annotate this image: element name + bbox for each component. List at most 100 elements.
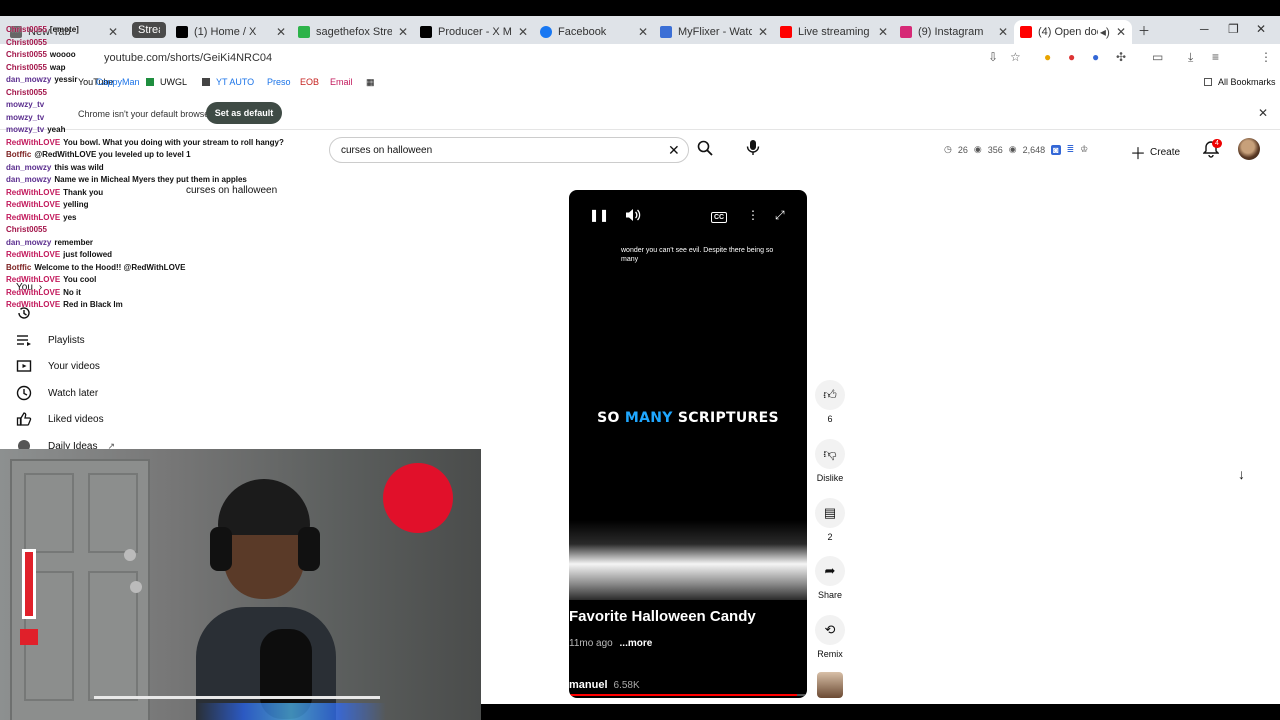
create-button[interactable]: ＋ Create	[1130, 140, 1180, 164]
bookmark-star-icon[interactable]: ☆	[1010, 50, 1021, 64]
chat-username: RedWithLOVE	[6, 137, 61, 147]
chat-username: Christ0055	[6, 225, 47, 234]
list-icon[interactable]: ≣	[1067, 144, 1075, 155]
maximize-icon[interactable]: ❐	[1228, 22, 1239, 36]
remix-button[interactable]: ⟲ Remix	[812, 615, 848, 659]
close-window-icon[interactable]: ✕	[1256, 22, 1266, 36]
tab-live-streaming[interactable]: Live streaming - You ✕	[774, 20, 894, 44]
chat-message: dan_mowzy this was wild	[6, 162, 326, 175]
chat-text: yes	[63, 212, 77, 222]
extension-icon[interactable]: ●	[1068, 50, 1075, 64]
alert-square	[20, 629, 38, 645]
comments-button[interactable]: ▤ 2	[812, 498, 848, 542]
stream-chat-overlay: Christ0055 [emote] Christ0055 Christ0055 woo…	[6, 24, 326, 312]
tab-facebook[interactable]: Facebook ✕	[534, 20, 654, 44]
chat-message: Christ0055 woooo	[6, 49, 326, 62]
clock-icon	[16, 385, 32, 401]
close-icon[interactable]: ✕	[1258, 106, 1268, 120]
tab-open-doors[interactable]: (4) Open doors ◂) ✕	[1014, 20, 1132, 44]
shorts-player[interactable]: ❚❚ CC ⋮ ⤢ wonder you can't see evil. Des…	[569, 190, 807, 698]
close-tab-icon[interactable]: ✕	[398, 25, 408, 39]
close-tab-icon[interactable]: ✕	[518, 25, 528, 39]
chat-message: RedWithLOVE yes	[6, 212, 326, 225]
chat-username: mowzy_tv	[6, 100, 45, 109]
search-icon[interactable]	[697, 140, 713, 160]
extension-icon[interactable]: ●	[1092, 50, 1099, 64]
chat-text: remember	[54, 237, 94, 247]
playlist-icon	[16, 332, 32, 348]
bottom-bar	[481, 704, 1280, 720]
facebook-icon	[540, 26, 552, 38]
chat-message: Christ0055	[6, 87, 326, 100]
trophy-icon[interactable]: ♔	[1080, 144, 1088, 155]
tab-myflixer[interactable]: MyFlixer - Watch m ✕	[654, 20, 774, 44]
menu-lines-icon[interactable]: ≡	[1212, 50, 1219, 64]
tab-instagram[interactable]: (9) Instagram ✕	[894, 20, 1014, 44]
sidebar-item-watch-later[interactable]: Watch later	[16, 384, 98, 402]
extension-icon[interactable]: ●	[1044, 50, 1051, 64]
extensions-puzzle-icon[interactable]: ✣	[1116, 50, 1126, 64]
chat-username: dan_mowzy	[6, 237, 52, 247]
fullscreen-icon[interactable]: ⤢	[775, 208, 785, 223]
install-icon[interactable]: ⇩	[988, 50, 998, 64]
kebab-menu-icon[interactable]: ⋮	[1260, 50, 1272, 64]
chat-text: this was wild	[54, 162, 104, 172]
more-link[interactable]: ...more	[620, 638, 653, 649]
captions-icon[interactable]: CC	[711, 208, 728, 223]
close-tab-icon[interactable]: ✕	[878, 25, 888, 39]
streamer	[196, 479, 336, 720]
chat-message: mowzy_tv	[6, 99, 326, 112]
chat-message: mowzy_tv	[6, 112, 326, 125]
bookmark-email[interactable]: Email	[330, 77, 353, 87]
next-short-icon[interactable]: ↓	[1238, 466, 1245, 482]
search-box[interactable]: curses on halloween ✕	[329, 137, 689, 163]
screen: New Tab ✕ Stream (1) Home / X ✕ sagethef…	[0, 0, 1280, 720]
clear-search-icon[interactable]: ✕	[668, 142, 680, 159]
chat-message: Christ0055	[6, 224, 326, 237]
comment-icon: ▤	[815, 498, 845, 528]
video-progress[interactable]	[569, 694, 807, 696]
instagram-icon	[900, 26, 912, 38]
youtube-icon	[780, 26, 792, 38]
chat-message: RedWithLOVE Thank you	[6, 187, 326, 200]
sound-thumbnail[interactable]	[817, 672, 843, 698]
close-tab-icon[interactable]: ✕	[758, 25, 768, 39]
chat-text: yeah	[47, 125, 66, 134]
pause-icon[interactable]: ❚❚	[589, 208, 609, 222]
dislike-button[interactable]: 👎︎ Dislike	[812, 439, 848, 483]
sidebar-item-playlists[interactable]: Playlists	[16, 331, 85, 349]
sidepanel-icon[interactable]: ▭	[1152, 50, 1163, 64]
video-title[interactable]: Favorite Halloween Candy	[569, 608, 756, 625]
chat-text: You bowl. What you doing with your strea…	[63, 137, 284, 147]
chat-message: dan_mowzy yessir	[6, 74, 326, 87]
chat-text: Name we in Micheal Myers they put them i…	[54, 175, 247, 184]
close-tab-icon[interactable]: ✕	[1116, 25, 1126, 39]
download-icon[interactable]: ⤓	[1188, 50, 1193, 65]
microphone-icon[interactable]	[744, 138, 762, 156]
close-tab-icon[interactable]: ✕	[998, 25, 1008, 39]
share-button[interactable]: ➦ Share	[812, 556, 848, 600]
tab-producer[interactable]: Producer - X Media ✕	[414, 20, 534, 44]
chat-username: RedWithLOVE	[6, 287, 61, 297]
chat-message: RedWithLOVE yelling	[6, 199, 326, 212]
chat-text: woooo	[49, 50, 76, 59]
thumbs-up-icon: 👍︎	[815, 380, 845, 410]
search-input[interactable]: curses on halloween	[341, 145, 432, 156]
chat-message: mowzy_tv yeah	[6, 124, 326, 137]
close-tab-icon[interactable]: ✕	[638, 25, 648, 39]
channel-name[interactable]: manuel 6.58K	[569, 679, 640, 691]
avatar[interactable]	[1238, 138, 1260, 160]
minimize-icon[interactable]: ─	[1200, 22, 1209, 36]
myflixer-icon	[660, 26, 672, 38]
like-button[interactable]: 👍︎ 6	[812, 380, 848, 424]
volume-icon[interactable]	[625, 208, 641, 225]
extension-badge-icon[interactable]: ◙	[1051, 144, 1061, 155]
sidebar-item-your-videos[interactable]: Your videos	[16, 357, 100, 375]
apps-grid-icon[interactable]: ▦	[366, 77, 375, 88]
thumbs-up-icon	[16, 411, 32, 427]
kebab-menu-icon[interactable]: ⋮	[747, 208, 759, 222]
new-tab-icon[interactable]: ＋	[1138, 22, 1150, 39]
all-bookmarks[interactable]: All Bookmarks	[1204, 77, 1276, 87]
sidebar-item-liked-videos[interactable]: Liked videos	[16, 410, 104, 428]
chat-username: RedWithLOVE	[6, 200, 61, 209]
